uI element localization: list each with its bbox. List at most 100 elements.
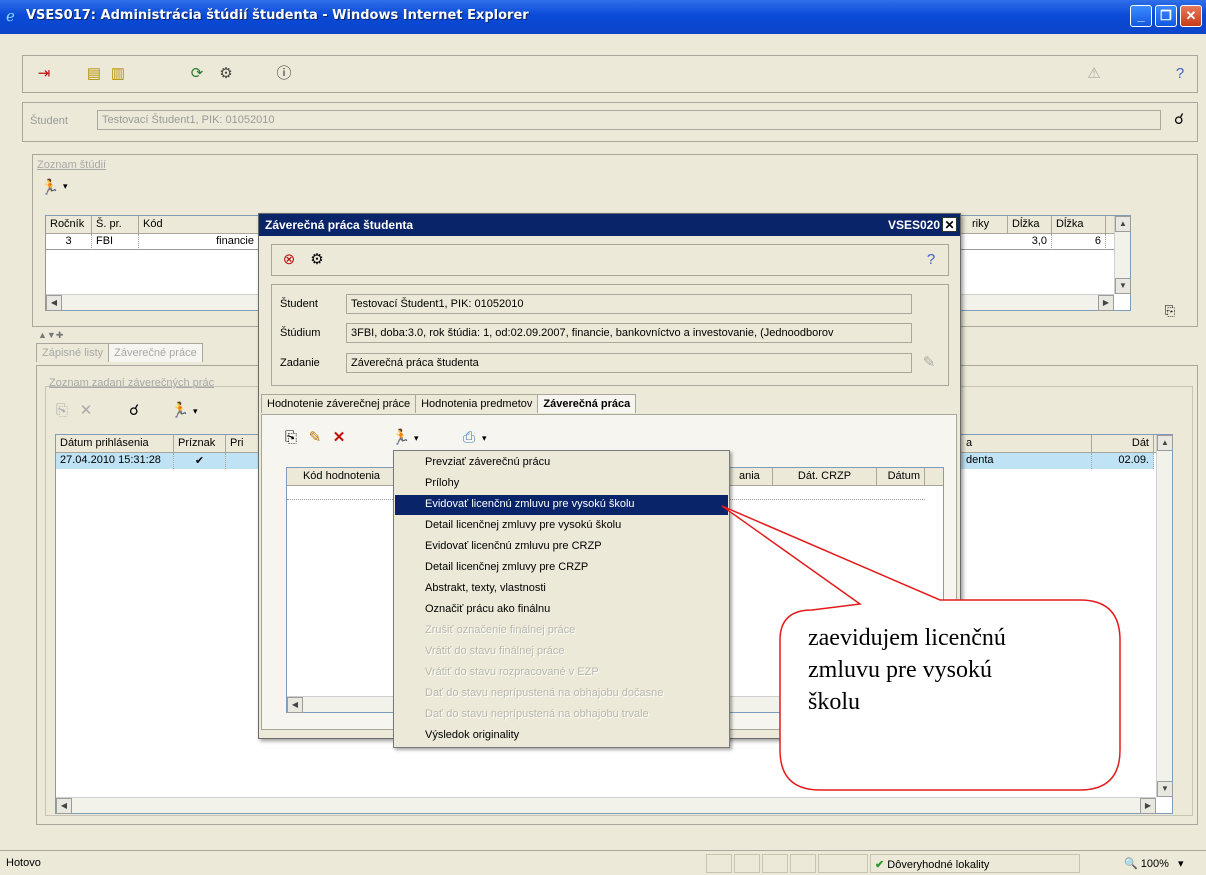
print-icon[interactable]: ▤ (83, 63, 105, 85)
minimize-button[interactable]: _ (1130, 5, 1152, 27)
tab-zapisne-listy[interactable]: Zápisné listy (36, 343, 110, 362)
scroll-down-icon[interactable]: ▼ (1115, 278, 1131, 294)
studium-field[interactable]: 3FBI, doba:3.0, rok štúdia: 1, od:02.09.… (346, 323, 912, 343)
print-preview-icon[interactable]: ▥ (107, 63, 129, 85)
cell-spr: FBI (92, 234, 139, 250)
tab-zaverecna-praca[interactable]: Záverečná práca (537, 394, 637, 413)
student-field[interactable]: Testovací Študent1, PIK: 01052010 (346, 294, 912, 314)
scroll-left-icon[interactable]: ◀ (56, 798, 72, 814)
info-icon[interactable]: ⓘ (273, 63, 295, 85)
search-icon[interactable]: ☌ (123, 400, 145, 422)
close-dialog-icon[interactable]: ⊗ (278, 249, 300, 271)
pick-icon[interactable]: ✎ (918, 352, 940, 374)
cell-priznak: ✔ (174, 453, 226, 469)
status-cell (706, 854, 732, 873)
col-riky[interactable]: riky (968, 216, 1008, 234)
col-priznak[interactable]: Príznak (174, 435, 226, 453)
scroll-down-icon[interactable]: ▼ (1157, 781, 1173, 797)
col-kod-hodnotenia[interactable]: Kód hodnotenia (287, 468, 397, 486)
maximize-button[interactable]: ❐ (1155, 5, 1177, 27)
splitter-handle[interactable]: ▲▼✚ (38, 330, 63, 341)
menu-item[interactable]: Evidovať licenčnú zmluvu pre vysokú škol… (395, 495, 728, 515)
menu-item[interactable]: Detail licenčnej zmluvy pre vysokú školu (395, 516, 728, 536)
zadanie-field[interactable]: Záverečná práca študenta (346, 353, 912, 373)
new-document-icon[interactable]: ⎘ (1159, 300, 1181, 322)
col-kod[interactable]: Kód (139, 216, 259, 234)
studium-label: Štúdium (280, 327, 321, 339)
scroll-up-icon[interactable]: ▲ (1115, 216, 1131, 232)
dialog-fields: Študent Testovací Študent1, PIK: 0105201… (271, 284, 949, 386)
scroll-left-icon[interactable]: ◀ (287, 697, 303, 713)
studies-vscroll[interactable]: ▲ ▼ (1114, 216, 1131, 294)
menu-item[interactable]: Evidovať licenčnú zmluvu pre CRZP (395, 537, 728, 557)
scroll-right-icon[interactable]: ▶ (1140, 798, 1156, 814)
col-dat-crzp[interactable]: Dát. CRZP (773, 468, 877, 486)
close-button[interactable]: ✕ (1180, 5, 1202, 27)
runner-icon[interactable]: 🏃 (39, 177, 61, 199)
menu-item[interactable]: Označiť prácu ako finálnu (395, 600, 728, 620)
cell-datum: 27.04.2010 15:31:28 (56, 453, 174, 469)
status-text: Hotovo (6, 857, 41, 869)
student-label: Študent (280, 298, 318, 310)
runner-icon[interactable]: 🏃 (169, 400, 191, 422)
chevron-down-icon: ▾ (1177, 858, 1184, 870)
tab-hodnotenie-zaverecnej-prace[interactable]: Hodnotenie záverečnej práce (261, 394, 417, 413)
student-label: Študent (30, 115, 68, 127)
tools-icon[interactable]: ⚙ (306, 249, 328, 271)
scroll-left-icon[interactable]: ◀ (46, 295, 62, 311)
col-a[interactable]: a (962, 435, 1092, 453)
edit-icon[interactable]: ✎ (304, 427, 326, 449)
status-cell (734, 854, 760, 873)
tools-icon[interactable]: ⚙ (215, 63, 237, 85)
chevron-down-icon[interactable]: ▾ (193, 406, 198, 417)
refresh-icon[interactable]: ⟳ (186, 63, 208, 85)
theses-hscroll[interactable]: ◀ ▶ (56, 797, 1156, 814)
window-title: VSES017: Administrácia štúdií študenta -… (26, 8, 529, 23)
chevron-down-icon[interactable]: ▾ (414, 433, 419, 444)
zoom-text: 100% (1140, 858, 1169, 870)
col-rocnik[interactable]: Ročník (46, 216, 92, 234)
callout-text: zaevidujem licenčnú zmluvu pre vysokú šk… (808, 622, 1128, 718)
add-icon[interactable]: ⎘ (280, 427, 302, 449)
warning-icon[interactable]: ⚠ (1083, 63, 1105, 85)
theses-vscroll[interactable]: ▲ ▼ (1156, 435, 1173, 797)
window-titlebar: ℯ VSES017: Administrácia štúdií študenta… (0, 0, 1206, 34)
cell-kod: financie (139, 234, 259, 250)
scroll-right-icon[interactable]: ▶ (1098, 295, 1114, 311)
help-icon[interactable]: ? (920, 249, 942, 271)
tab-zaverecne-prace[interactable]: Záverečné práce (108, 343, 203, 362)
delete-icon[interactable]: ✕ (75, 400, 97, 422)
menu-item[interactable]: Detail licenčnej zmluvy pre CRZP (395, 558, 728, 578)
menu-item: Zrušiť označenie finálnej práce (425, 624, 576, 636)
help-icon[interactable]: ? (1169, 63, 1191, 85)
dialog-title: Záverečná práca študenta (265, 218, 414, 232)
zoom-control[interactable]: 🔍 100% ▾ (1120, 854, 1200, 873)
col-ania[interactable]: ania (735, 468, 773, 486)
document-icon[interactable]: ⎙ (458, 427, 480, 449)
menu-item[interactable]: Prevziať záverečnú prácu (395, 453, 728, 473)
menu-item[interactable]: Výsledok originality (395, 726, 728, 746)
zoom-icon: 🔍 (1124, 858, 1138, 870)
exit-icon[interactable]: ⇥ (33, 63, 55, 85)
dialog-close-icon[interactable]: ✕ (942, 217, 957, 232)
callout-line-3: školu (808, 689, 861, 715)
tab-hodnotenia-predmetov[interactable]: Hodnotenia predmetov (415, 394, 539, 413)
col-datum[interactable]: Dátum (877, 468, 925, 486)
col-spr[interactable]: Š. pr. (92, 216, 139, 234)
runner-icon[interactable]: 🏃 (390, 427, 412, 449)
col-dlzka2[interactable]: Dĺžka (1052, 216, 1106, 234)
search-icon[interactable]: ☌ (1168, 109, 1190, 131)
chevron-down-icon[interactable]: ▾ (482, 433, 487, 444)
col-dat[interactable]: Dát (1092, 435, 1154, 453)
student-field[interactable]: Testovací Študent1, PIK: 01052010 (97, 110, 1161, 130)
add-icon[interactable]: ⎘ (51, 400, 73, 422)
chevron-down-icon[interactable]: ▾ (63, 181, 68, 192)
menu-item[interactable]: Prílohy (395, 474, 728, 494)
menu-item[interactable]: Abstrakt, texty, vlastnosti (395, 579, 728, 599)
delete-icon[interactable]: ✕ (328, 427, 350, 449)
menu-item: Dať do stavu neprípustená na obhajobu tr… (425, 708, 649, 720)
col-datum-prihlasenia[interactable]: Dátum prihlásenia (56, 435, 174, 453)
scroll-up-icon[interactable]: ▲ (1157, 435, 1173, 451)
col-dlzka1[interactable]: Dĺžka (1008, 216, 1052, 234)
zone-cell: ✔ Dôveryhodné lokality (870, 854, 1080, 873)
